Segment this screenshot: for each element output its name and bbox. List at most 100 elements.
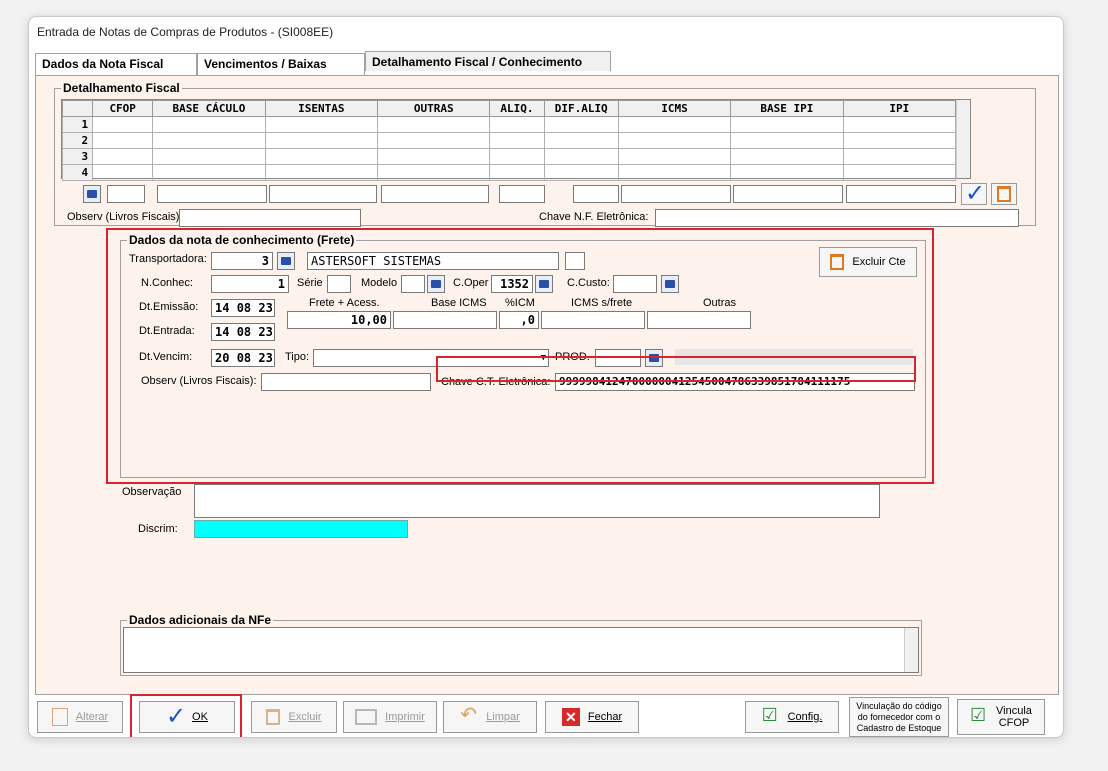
observacao-textarea[interactable] xyxy=(194,484,880,518)
dt-entrada-label: Dt.Entrada: xyxy=(139,325,195,337)
dt-vencim-input[interactable]: 20 08 23 xyxy=(211,349,275,367)
close-icon xyxy=(561,708,580,726)
dt-vencim-label: Dt.Vencim: xyxy=(139,351,193,363)
grid-corner xyxy=(61,100,94,117)
base-calculo-input[interactable] xyxy=(157,185,267,203)
excluir-button[interactable]: Excluir xyxy=(251,701,337,733)
vinculacao-button[interactable]: Vinculação do código do fornecedor com oC… xyxy=(849,697,949,737)
config-button[interactable]: Config. xyxy=(745,701,839,733)
grid-scrollbar[interactable] xyxy=(956,100,970,178)
tipo-select[interactable]: ▼ xyxy=(313,349,549,367)
serie-label: Série xyxy=(297,277,323,289)
chave-nf-input[interactable] xyxy=(655,209,1019,227)
confirm-row-button[interactable] xyxy=(961,179,987,208)
ipi-input[interactable] xyxy=(846,185,956,203)
table-row[interactable]: 1 xyxy=(61,116,957,133)
coper-label: C.Oper xyxy=(453,277,489,289)
excluir-cte-button[interactable]: Excluir Cte xyxy=(819,247,917,277)
fiscal-grid[interactable]: CFOP BASE CÁCULO ISENTAS OUTRAS ALIQ. DI… xyxy=(61,99,971,181)
dt-emissao-input[interactable]: 14 08 23 xyxy=(211,299,275,317)
limpar-button[interactable]: Limpar xyxy=(443,701,537,733)
cfop-lookup-icon[interactable] xyxy=(83,185,101,203)
check-icon xyxy=(166,702,186,731)
frete-acess-label: Frete + Acess. xyxy=(309,297,380,309)
tipo-label: Tipo: xyxy=(285,351,310,363)
ccusto-input[interactable] xyxy=(613,275,657,293)
imprimir-button[interactable]: Imprimir xyxy=(343,701,437,733)
icm-label: %ICM xyxy=(505,297,535,309)
tab-detalhamento-fiscal[interactable]: Detalhamento Fiscal / Conhecimento xyxy=(365,51,611,71)
adicionais-legend: Dados adicionais da NFe xyxy=(127,613,274,627)
transportadora-extra-input[interactable] xyxy=(565,252,585,270)
transportadora-name-input[interactable]: ASTERSOFT SISTEMAS xyxy=(307,252,559,270)
modelo-input[interactable] xyxy=(401,275,425,293)
prod-lookup-icon[interactable] xyxy=(645,349,663,367)
tab-content: Detalhamento Fiscal CFOP BASE CÁCULO ISE… xyxy=(35,75,1059,695)
serie-input[interactable] xyxy=(327,275,351,293)
fiscal-observ-input[interactable] xyxy=(179,209,361,227)
transportadora-code-input[interactable]: 3 xyxy=(211,252,273,270)
chave-ct-input[interactable]: 9999984124700000041254500478633985178411… xyxy=(555,373,915,391)
vincula-cfop-button[interactable]: VinculaCFOP xyxy=(957,699,1045,735)
dif-aliq-input[interactable] xyxy=(573,185,619,203)
outras-input[interactable] xyxy=(381,185,489,203)
coper-input[interactable]: 1352 xyxy=(491,275,533,293)
isentas-input[interactable] xyxy=(269,185,377,203)
fechar-button[interactable]: Fechar xyxy=(545,701,639,733)
col-isentas: ISENTAS xyxy=(264,100,379,117)
tab-bar: Dados da Nota Fiscal Vencimentos / Baixa… xyxy=(35,51,1059,75)
check-icon xyxy=(965,179,985,208)
frete-observ-input[interactable] xyxy=(261,373,431,391)
icms-input[interactable] xyxy=(621,185,731,203)
nconhec-label: N.Conhec: xyxy=(141,277,193,289)
outras-frete-input[interactable] xyxy=(647,311,751,329)
chave-nf-label: Chave N.F. Eletrônica: xyxy=(539,211,649,223)
col-base-calculo: BASE CÁCULO xyxy=(152,100,266,117)
base-icms-input[interactable] xyxy=(393,311,497,329)
observacao-label: Observação xyxy=(122,486,182,498)
ok-button[interactable]: OK xyxy=(139,701,235,733)
checklist-icon xyxy=(762,705,780,726)
discrim-input[interactable] xyxy=(194,520,408,538)
discrim-label: Discrim: xyxy=(138,523,178,535)
prod-description xyxy=(675,349,913,365)
transportadora-lookup-icon[interactable] xyxy=(277,252,295,270)
coper-lookup-icon[interactable] xyxy=(535,275,553,293)
dt-entrada-input[interactable]: 14 08 23 xyxy=(211,323,275,341)
table-row[interactable]: 2 xyxy=(61,132,957,149)
detalhamento-fiscal-legend: Detalhamento Fiscal xyxy=(61,81,182,95)
main-window: Entrada de Notas de Compras de Produtos … xyxy=(28,16,1064,738)
printer-icon xyxy=(355,709,378,725)
ccusto-lookup-icon[interactable] xyxy=(661,275,679,293)
frete-observ-label: Observ (Livros Fiscais): xyxy=(141,375,257,387)
nconhec-input[interactable]: 1 xyxy=(211,275,289,293)
modelo-label: Modelo xyxy=(361,277,398,289)
tab-vencimentos-baixas[interactable]: Vencimentos / Baixas xyxy=(197,53,365,75)
chave-ct-label: Chave C.T. Eletrônica: xyxy=(441,376,551,388)
modelo-lookup-icon[interactable] xyxy=(427,275,445,293)
delete-row-button[interactable] xyxy=(991,183,1017,205)
chevron-down-icon: ▼ xyxy=(540,353,546,363)
dt-emissao-label: Dt.Emissão: xyxy=(139,301,199,313)
tab-dados-nota-fiscal[interactable]: Dados da Nota Fiscal xyxy=(35,53,197,75)
col-cfop: CFOP xyxy=(92,100,154,117)
trash-icon xyxy=(830,254,845,270)
frete-acess-input[interactable]: 10,00 xyxy=(287,311,391,329)
col-ipi: IPI xyxy=(842,100,957,117)
icms-frete-input[interactable] xyxy=(541,311,645,329)
table-row[interactable]: 4 xyxy=(61,164,957,181)
fiscal-observ-label: Observ (Livros Fiscais): xyxy=(67,211,183,223)
frete-legend: Dados da nota de conhecimento (Frete) xyxy=(127,233,357,247)
alterar-button[interactable]: Alterar xyxy=(37,701,123,733)
undo-icon xyxy=(460,702,478,727)
base-ipi-input[interactable] xyxy=(733,185,843,203)
prod-input[interactable] xyxy=(595,349,641,367)
table-row[interactable]: 3 xyxy=(61,148,957,165)
outras-frete-label: Outras xyxy=(703,297,737,309)
icm-input[interactable]: ,0 xyxy=(499,311,539,329)
adicionais-group: Dados adicionais da NFe xyxy=(120,613,922,676)
adicionais-textarea[interactable] xyxy=(123,627,919,673)
adicionais-scrollbar[interactable] xyxy=(904,628,918,672)
aliq-input[interactable] xyxy=(499,185,545,203)
cfop-input[interactable] xyxy=(107,185,145,203)
